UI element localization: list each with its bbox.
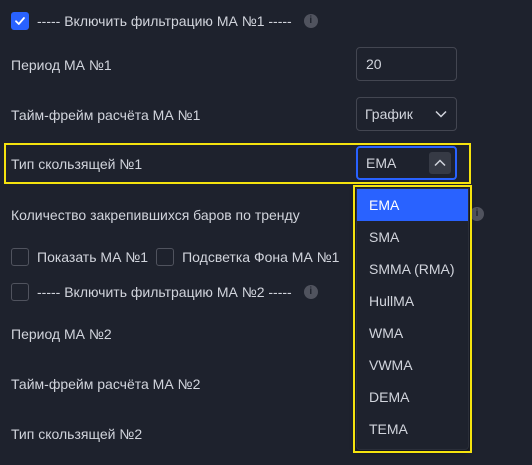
dropdown-option-hullma[interactable]: HullMA <box>357 285 468 317</box>
ma1-filter-label: ----- Включить фильтрацию МА №1 ----- <box>37 13 292 29</box>
ma-type-dropdown-list: EMA SMA SMMA (RMA) HullMA WMA VWMA DEMA … <box>356 188 469 450</box>
ma2-filter-label: ----- Включить фильтрацию МА №2 ----- <box>37 284 292 300</box>
ma1-filter-row: ----- Включить фильтрацию МА №1 ----- i <box>11 11 318 31</box>
dropdown-option-dema[interactable]: DEMA <box>357 381 468 413</box>
check-icon <box>15 17 25 25</box>
trend-bars-row: Количество закрепившихся баров по тренду <box>11 205 300 225</box>
info-icon[interactable]: i <box>470 207 484 221</box>
ma1-period-row: Период МА №1 <box>11 55 112 75</box>
ma1-type-value: EMA <box>366 155 397 171</box>
info-icon[interactable]: i <box>303 285 318 299</box>
ma2-filter-row: ----- Включить фильтрацию МА №2 ----- i <box>11 282 318 302</box>
bg-ma1-checkbox[interactable] <box>156 248 175 266</box>
dropdown-option-smma[interactable]: SMMA (RMA) <box>357 253 468 285</box>
show-ma1-checkbox[interactable] <box>11 248 29 266</box>
chevron-up-icon <box>429 152 451 174</box>
dropdown-option-ema[interactable]: EMA <box>357 189 468 221</box>
ma2-type-label: Тип скользящей №2 <box>11 426 143 442</box>
ma1-display-row: Показать МА №1 Подсветка Фона МА №1 <box>11 247 339 267</box>
info-icon[interactable]: i <box>303 14 318 28</box>
ma2-filter-checkbox[interactable] <box>11 283 29 301</box>
trend-bars-label: Количество закрепившихся баров по тренду <box>11 207 300 223</box>
ma1-period-label: Период МА №1 <box>11 57 112 73</box>
ma2-period-row: Период МА №2 <box>11 324 112 344</box>
indicator-settings-panel: ----- Включить фильтрацию МА №1 ----- i … <box>0 0 532 465</box>
dropdown-option-vwma[interactable]: VWMA <box>357 349 468 381</box>
dropdown-option-sma[interactable]: SMA <box>357 221 468 253</box>
chevron-down-icon <box>430 103 452 125</box>
ma1-type-row: Тип скользящей №1 <box>11 154 142 174</box>
ma2-type-row: Тип скользящей №2 <box>11 424 142 444</box>
ma1-filter-checkbox[interactable] <box>11 12 29 30</box>
ma1-timeframe-value: График <box>365 106 413 122</box>
dropdown-option-wma[interactable]: WMA <box>357 317 468 349</box>
ma2-timeframe-label: Тайм-фрейм расчёта МА №2 <box>11 376 201 392</box>
ma1-timeframe-row: Тайм-фрейм расчёта МА №1 <box>11 105 200 125</box>
ma1-type-label: Тип скользящей №1 <box>11 156 143 172</box>
ma2-period-label: Период МА №2 <box>11 326 112 342</box>
ma2-timeframe-row: Тайм-фрейм расчёта МА №2 <box>11 374 200 394</box>
bg-ma1-label: Подсветка Фона МА №1 <box>182 249 340 265</box>
dropdown-option-tema[interactable]: TEMA <box>357 413 468 445</box>
ma1-type-select[interactable]: EMA <box>356 146 457 180</box>
ma1-timeframe-label: Тайм-фрейм расчёта МА №1 <box>11 107 201 123</box>
show-ma1-label: Показать МА №1 <box>37 249 149 265</box>
ma1-timeframe-select[interactable]: График <box>356 97 457 131</box>
ma1-period-input[interactable]: 20 <box>356 47 457 81</box>
ma1-period-value: 20 <box>366 56 382 72</box>
